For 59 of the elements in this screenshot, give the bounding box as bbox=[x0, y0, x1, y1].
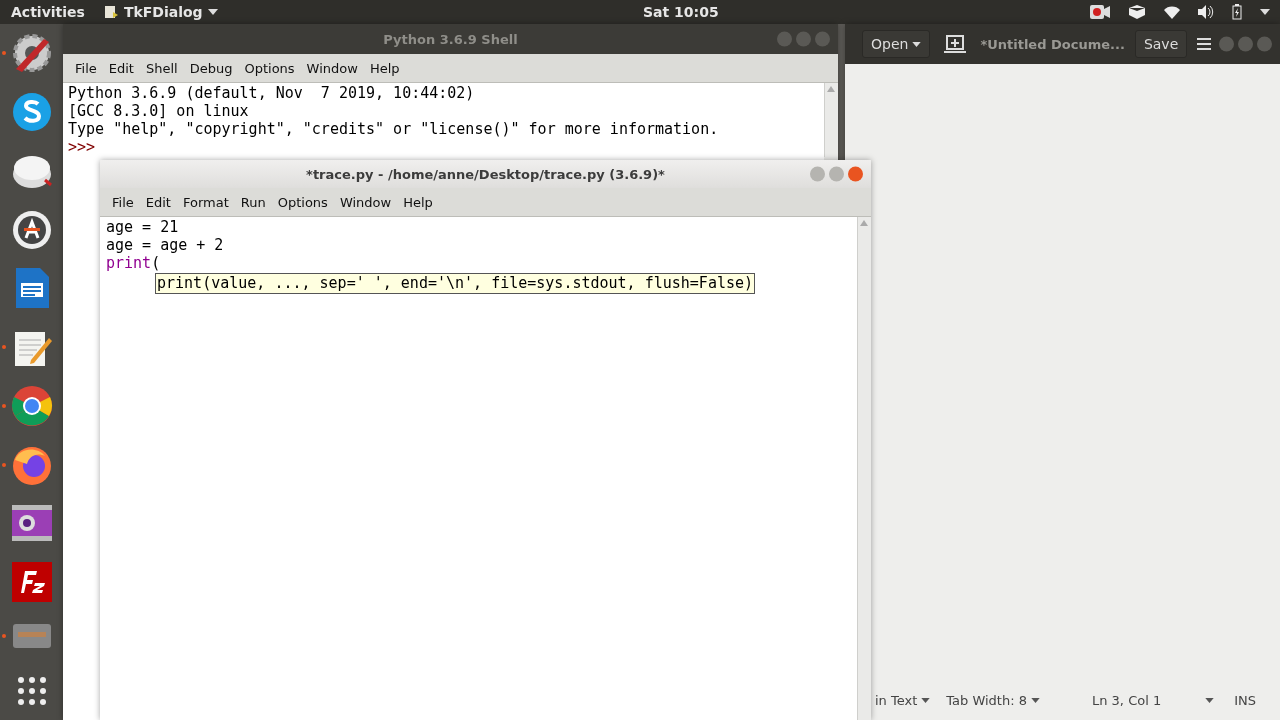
menu-item[interactable]: Options bbox=[271, 194, 334, 210]
app-grid-icon[interactable] bbox=[16, 675, 47, 706]
app-menu[interactable]: TkFDialog bbox=[102, 4, 218, 20]
tab-width-selector[interactable]: Tab Width: 8 bbox=[946, 692, 1040, 708]
caret-icon[interactable] bbox=[921, 697, 931, 703]
s-icon[interactable] bbox=[10, 91, 53, 134]
fz-icon[interactable] bbox=[10, 561, 53, 604]
menu-item[interactable]: Debug bbox=[183, 60, 239, 76]
code-line: print( bbox=[106, 254, 162, 272]
caret-icon[interactable] bbox=[1260, 9, 1270, 15]
menu-icon[interactable] bbox=[1197, 38, 1212, 50]
activities-button[interactable]: Activities bbox=[11, 4, 85, 20]
menu-item[interactable]: Run bbox=[234, 194, 272, 210]
code-line: age = age + 2 bbox=[106, 236, 225, 254]
menu-item[interactable]: Window bbox=[333, 194, 398, 210]
menu-item[interactable]: Edit bbox=[139, 194, 177, 210]
window-title: *trace.py - /home/anne/Desktop/trace.py (3.6.9)* bbox=[306, 166, 665, 182]
menu-item[interactable]: Help bbox=[363, 60, 406, 76]
menu-item[interactable]: Shell bbox=[139, 60, 184, 76]
caret-icon[interactable] bbox=[1031, 697, 1040, 703]
app-icon[interactable] bbox=[102, 4, 119, 20]
menu-item[interactable]: Format bbox=[176, 194, 235, 210]
document-title: *Untitled Docume... bbox=[980, 36, 1125, 52]
box-icon[interactable] bbox=[1128, 4, 1146, 20]
language-selector[interactable]: in Text bbox=[875, 692, 931, 708]
caret-icon[interactable] bbox=[1205, 697, 1215, 703]
menu-item[interactable]: Edit bbox=[102, 60, 140, 76]
record-icon[interactable] bbox=[1090, 5, 1110, 19]
caret-icon[interactable] bbox=[207, 9, 218, 15]
save-button[interactable]: Save bbox=[1134, 30, 1188, 58]
menu-item[interactable]: File bbox=[106, 194, 140, 210]
menu-item[interactable]: Window bbox=[300, 60, 364, 76]
calltip: print(value, ..., sep=' ', end='\n', file=sys.stdout, flush=False) bbox=[155, 273, 756, 294]
console-line: Python 3.6.9 (default, Nov 7 2019, 10:44:02) bbox=[68, 84, 476, 102]
console-line: [GCC 8.3.0] on linux bbox=[68, 102, 250, 120]
drive-icon[interactable] bbox=[11, 623, 52, 650]
insert-mode: INS bbox=[1234, 692, 1256, 708]
new-tab-icon[interactable] bbox=[944, 34, 967, 54]
browser-icon[interactable] bbox=[10, 384, 53, 427]
open-button[interactable]: Open bbox=[862, 30, 931, 58]
close-button[interactable] bbox=[848, 166, 863, 182]
scrollbar[interactable] bbox=[857, 217, 871, 720]
update-icon[interactable] bbox=[10, 208, 53, 251]
volume-icon[interactable] bbox=[1198, 5, 1214, 19]
cursor-position: Ln 3, Col 1 bbox=[1092, 692, 1162, 708]
camera-icon[interactable] bbox=[10, 504, 53, 543]
code-line: age = 21 bbox=[106, 218, 180, 236]
clock[interactable]: Sat 10:05 bbox=[643, 4, 719, 20]
menu-item[interactable]: Options bbox=[238, 60, 301, 76]
scrollbar[interactable] bbox=[824, 83, 838, 157]
document-icon[interactable] bbox=[13, 267, 50, 310]
caret-icon[interactable] bbox=[912, 41, 922, 47]
window-title: Python 3.6.9 Shell bbox=[383, 31, 518, 47]
battery-icon[interactable] bbox=[1232, 4, 1242, 20]
console-line: >>> bbox=[68, 138, 97, 156]
menu-item[interactable]: File bbox=[69, 60, 103, 76]
console-line: Type "help", "copyright", "credits" or "license()" for more information. bbox=[68, 120, 720, 138]
menu-item[interactable]: Help bbox=[397, 194, 439, 210]
wifi-icon[interactable] bbox=[1164, 5, 1180, 19]
